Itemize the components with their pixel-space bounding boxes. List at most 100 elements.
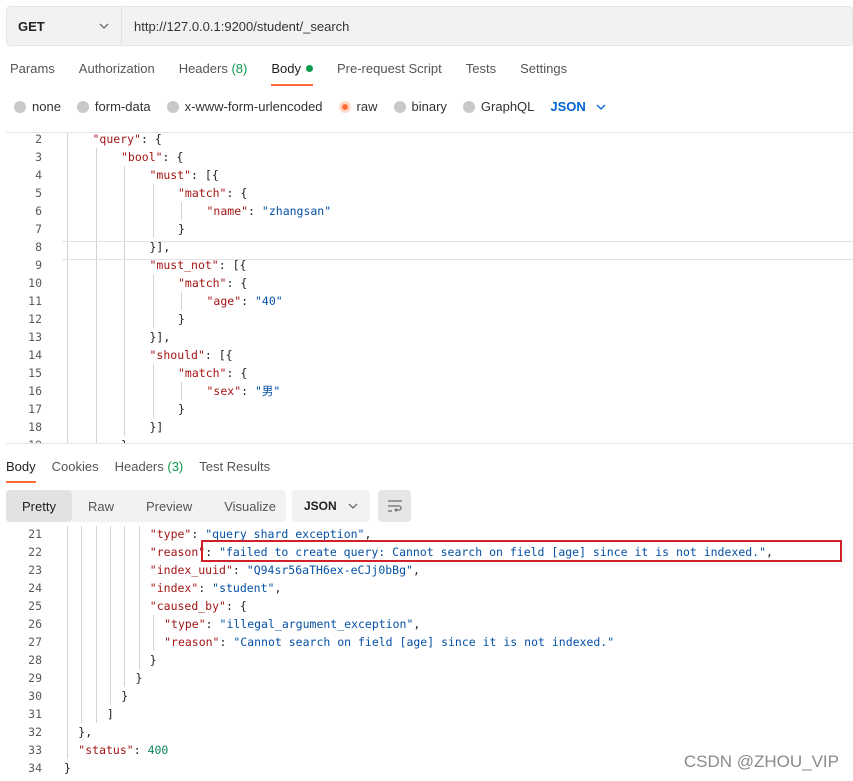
radio-none[interactable]: none <box>14 99 61 114</box>
indent-guide <box>152 382 154 400</box>
code-line: 5 "match": { <box>6 184 853 202</box>
radio-form-data[interactable]: form-data <box>76 99 151 114</box>
indent-guide <box>95 148 97 166</box>
indent-guide <box>67 148 68 166</box>
row-separator <box>62 241 853 242</box>
line-number: 25 <box>28 599 42 613</box>
line-number: 24 <box>28 581 42 595</box>
code-line: 27 "reason": "Cannot search on field [age… <box>6 633 853 651</box>
tab-response-body[interactable]: Body <box>6 459 36 483</box>
code-text: "bool": { <box>121 150 184 164</box>
indent-guide <box>95 274 97 292</box>
code-line: 31] <box>6 705 853 723</box>
code-line: 18}] <box>6 418 853 436</box>
code-line: 32}, <box>6 723 853 741</box>
indent-guide <box>124 526 126 543</box>
method-select[interactable]: GET <box>7 7 122 45</box>
indent-guide <box>67 202 68 220</box>
indent-guide <box>109 669 111 687</box>
indent-guide <box>152 184 154 202</box>
indent-guide <box>124 561 126 579</box>
indent-guide <box>109 615 111 633</box>
tab-settings[interactable]: Settings <box>520 61 567 86</box>
code-text: }], <box>149 330 171 344</box>
radio-raw[interactable]: raw <box>338 99 378 114</box>
code-line: 15 "match": { <box>6 364 853 382</box>
indent-guide <box>152 633 154 651</box>
body-format-select[interactable]: JSON <box>550 99 606 114</box>
tab-test-results[interactable]: Test Results <box>199 459 270 483</box>
code-text: ] <box>106 707 114 721</box>
code-text: "caused_by": { <box>149 599 247 613</box>
tab-params[interactable]: Params <box>10 61 55 86</box>
indent-guide <box>67 382 68 400</box>
indent-guide <box>81 543 83 561</box>
tab-response-headers[interactable]: Headers (3) <box>115 459 184 483</box>
indent-guide <box>67 526 68 543</box>
tab-cookies[interactable]: Cookies <box>52 459 99 483</box>
radio-x-www-form-urlencoded[interactable]: x-www-form-urlencoded <box>166 99 323 114</box>
indent-guide <box>95 346 97 364</box>
headers-count: (8) <box>231 61 248 76</box>
response-tabs: Body Cookies Headers (3) Test Results <box>6 459 286 483</box>
view-preview-button[interactable]: Preview <box>130 490 208 522</box>
view-pretty-button[interactable]: Pretty <box>6 490 72 522</box>
code-line: 4 "must": [{ <box>6 166 853 184</box>
request-body-editor[interactable]: 2 "query": {3 "bool": {4 "must": [{5 "match"… <box>6 132 853 444</box>
indent-guide <box>67 328 68 346</box>
indent-guide <box>138 579 140 597</box>
wrap-lines-icon <box>387 500 402 512</box>
code-line: 25 "caused_by": { <box>6 597 853 615</box>
code-text: "must": [{ <box>149 168 219 182</box>
indent-guide <box>124 292 125 310</box>
indent-guide <box>67 579 68 597</box>
line-number: 8 <box>35 240 42 254</box>
tab-body[interactable]: Body <box>271 61 313 86</box>
indent-guide <box>95 705 97 723</box>
indent-guide <box>67 633 68 651</box>
indent-guide <box>95 328 97 346</box>
line-number: 34 <box>28 761 42 775</box>
chevron-down-icon <box>348 503 358 509</box>
line-number: 14 <box>28 348 42 362</box>
indent-guide <box>124 202 125 220</box>
indent-guide <box>152 400 154 418</box>
code-text: "index_uuid": "Q94sr56aTH6ex-eCJj0bBg", <box>149 563 420 577</box>
radio-graphql[interactable]: GraphQL <box>462 99 534 114</box>
response-format-select[interactable]: JSON <box>292 490 370 522</box>
wrap-lines-button[interactable] <box>378 490 411 522</box>
indent-guide <box>95 579 97 597</box>
code-line: 13}], <box>6 328 853 346</box>
tab-pre-request-script[interactable]: Pre-request Script <box>337 61 442 86</box>
line-number: 12 <box>28 312 42 326</box>
indent-guide <box>152 364 154 382</box>
indent-guide <box>109 597 111 615</box>
indent-guide <box>67 310 68 328</box>
tab-tests[interactable]: Tests <box>466 61 496 86</box>
view-raw-button[interactable]: Raw <box>72 490 130 522</box>
radio-icon <box>462 100 475 113</box>
indent-guide <box>124 579 126 597</box>
radio-binary[interactable]: binary <box>393 99 447 114</box>
view-visualize-button[interactable]: Visualize <box>208 490 292 522</box>
line-number: 29 <box>28 671 42 685</box>
response-body-viewer: 21 "type": "query_shard_exception", 22 "rea… <box>6 526 853 781</box>
indent-guide <box>138 651 140 669</box>
url-input[interactable]: http://127.0.0.1:9200/student/_search <box>122 7 852 45</box>
watermark: CSDN @ZHOU_VIP <box>683 752 839 771</box>
code-line: 11 "age": "40" <box>6 292 853 310</box>
indent-guide <box>95 364 97 382</box>
code-line: 16 "sex": "男" <box>6 382 853 400</box>
indent-guide <box>67 597 68 615</box>
indent-guide <box>109 687 111 705</box>
line-number: 23 <box>28 563 42 577</box>
tab-authorization[interactable]: Authorization <box>79 61 155 86</box>
indent-guide <box>124 310 125 328</box>
error-highlight-box <box>201 540 842 562</box>
tab-headers[interactable]: Headers (8) <box>179 61 248 86</box>
code-text: } <box>178 312 185 326</box>
indent-guide <box>95 382 97 400</box>
request-tabs: Params Authorization Headers (8) Body Pr… <box>10 61 591 86</box>
code-line: 2 "query": { <box>6 133 853 148</box>
code-text: "status": 400 <box>78 743 169 757</box>
